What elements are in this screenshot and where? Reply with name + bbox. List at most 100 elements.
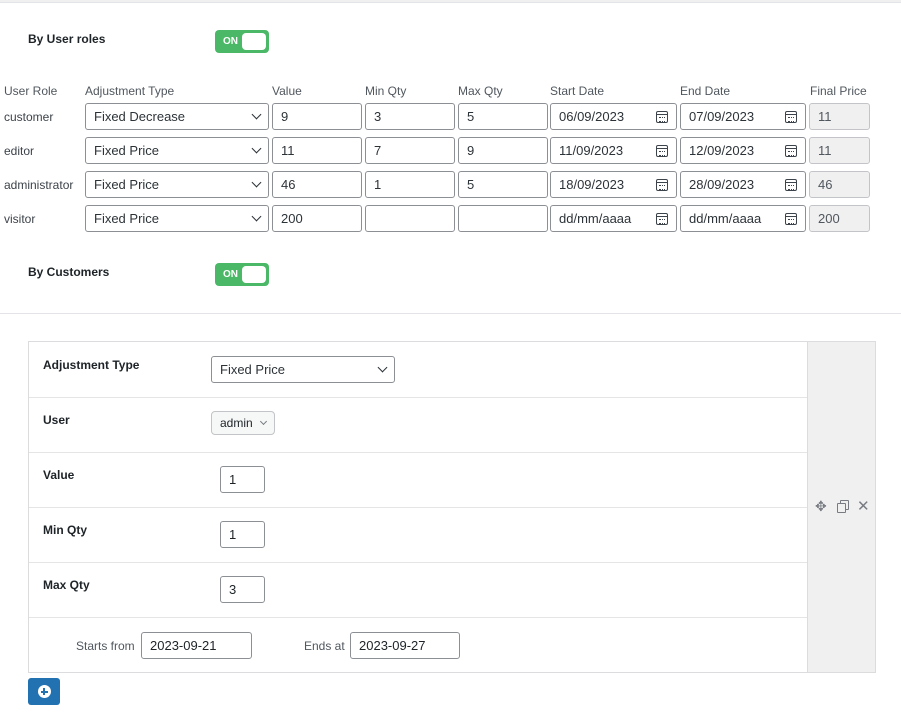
adjustment-select-administrator[interactable]: Fixed Price (85, 171, 269, 198)
end-date-input-customer[interactable]: 07/09/2023 (680, 103, 806, 130)
select-value: Fixed Decrease (94, 109, 186, 124)
min-qty-input-visitor[interactable] (365, 205, 455, 232)
toggle-knob (242, 266, 266, 283)
by-user-roles-label: By User roles (28, 32, 106, 46)
header-end-date: End Date (680, 84, 731, 98)
max-qty-label: Max Qty (43, 578, 90, 592)
close-icon[interactable]: ✕ (857, 499, 870, 514)
final-price-customer: 11 (809, 103, 870, 130)
calendar-icon[interactable] (785, 144, 797, 157)
ends-at-label: Ends at (304, 639, 345, 653)
user-row (29, 398, 807, 453)
min-qty-label: Min Qty (43, 523, 87, 537)
value-row (29, 453, 807, 508)
date-value: dd/mm/aaaa (689, 211, 762, 226)
role-label-editor: editor (4, 144, 35, 158)
header-start-date: Start Date (550, 84, 605, 98)
date-value: 11/09/2023 (559, 143, 624, 158)
end-date-input-editor[interactable]: 12/09/2023 (680, 137, 806, 164)
adjustment-select-visitor[interactable]: Fixed Price (85, 205, 269, 232)
date-value: 18/09/2023 (559, 177, 625, 192)
starts-from-label: Starts from (76, 639, 135, 653)
max-qty-input-editor[interactable]: 9 (458, 137, 548, 164)
select-value: Fixed Price (94, 211, 160, 226)
toggle-knob (242, 33, 266, 50)
calendar-icon[interactable] (656, 144, 668, 157)
by-customers-label: By Customers (28, 265, 110, 279)
adjustment-type-label: Adjustment Type (43, 358, 140, 372)
chevron-down-icon (251, 143, 262, 154)
role-label-customer: customer (4, 110, 54, 124)
customer-max-qty-input[interactable]: 3 (220, 576, 265, 603)
calendar-icon[interactable] (785, 110, 797, 123)
final-price-editor: 11 (809, 137, 870, 164)
max-qty-input-administrator[interactable]: 5 (458, 171, 548, 198)
min-qty-row (29, 508, 807, 563)
date-value: dd/mm/aaaa (559, 211, 632, 226)
value-input-visitor[interactable]: 200 (272, 205, 362, 232)
date-value: 06/09/2023 (559, 109, 625, 124)
adjustment-select-editor[interactable]: Fixed Price (85, 137, 269, 164)
final-price-administrator: 46 (809, 171, 870, 198)
value-input-customer[interactable]: 9 (272, 103, 362, 130)
header-final-price: Final Price (810, 84, 867, 98)
chevron-down-icon (251, 177, 262, 188)
starts-from-input[interactable]: 2023-09-21 (141, 632, 252, 659)
chevron-down-icon (259, 417, 267, 426)
calendar-icon[interactable] (656, 110, 668, 123)
value-input-administrator[interactable]: 46 (272, 171, 362, 198)
user-select-value: admin (220, 416, 253, 430)
header-adjustment-type: Adjustment Type (85, 84, 175, 98)
start-date-input-administrator[interactable]: 18/09/2023 (550, 171, 677, 198)
customers-toggle[interactable]: ON (215, 263, 269, 286)
add-rule-button[interactable] (28, 678, 60, 705)
max-qty-input-customer[interactable]: 5 (458, 103, 548, 130)
calendar-icon[interactable] (785, 178, 797, 191)
select-value: Fixed Price (94, 143, 160, 158)
calendar-icon[interactable] (656, 212, 668, 225)
adjustment-select-customer[interactable]: Fixed Decrease (85, 103, 269, 130)
min-qty-input-customer[interactable]: 3 (365, 103, 455, 130)
add-circle-icon (37, 685, 51, 698)
select-value: Fixed Price (94, 177, 160, 192)
section-divider (0, 313, 901, 314)
select-value: Fixed Price (220, 362, 286, 377)
user-label: User (43, 413, 70, 427)
customer-value-input[interactable]: 1 (220, 466, 265, 493)
min-qty-input-administrator[interactable]: 1 (365, 171, 455, 198)
date-value: 28/09/2023 (689, 177, 755, 192)
header-max-qty: Max Qty (458, 84, 503, 98)
user-roles-toggle[interactable]: ON (215, 30, 269, 53)
header-min-qty: Min Qty (365, 84, 407, 98)
calendar-icon[interactable] (785, 212, 797, 225)
start-date-input-visitor[interactable]: dd/mm/aaaa (550, 205, 677, 232)
header-value: Value (272, 84, 302, 98)
header-user-role: User Role (4, 84, 58, 98)
ends-at-input[interactable]: 2023-09-27 (350, 632, 460, 659)
end-date-input-visitor[interactable]: dd/mm/aaaa (680, 205, 806, 232)
customer-adjustment-select[interactable]: Fixed Price (211, 356, 395, 383)
user-select[interactable]: admin (211, 411, 275, 435)
adjustment-type-row (29, 342, 807, 398)
move-icon[interactable]: ✥ (815, 499, 827, 513)
max-qty-input-visitor[interactable] (458, 205, 548, 232)
top-border (0, 0, 901, 3)
chevron-down-icon (251, 211, 262, 222)
max-qty-row (29, 563, 807, 618)
date-value: 07/09/2023 (689, 109, 755, 124)
value-input-editor[interactable]: 11 (272, 137, 362, 164)
toggle-label: ON (223, 36, 238, 47)
toggle-label: ON (223, 269, 238, 280)
date-value: 12/09/2023 (689, 143, 755, 158)
start-date-input-editor[interactable]: 11/09/2023 (550, 137, 677, 164)
min-qty-input-editor[interactable]: 7 (365, 137, 455, 164)
value-label: Value (43, 468, 75, 482)
final-price-visitor: 200 (809, 205, 870, 232)
end-date-input-administrator[interactable]: 28/09/2023 (680, 171, 806, 198)
duplicate-icon[interactable] (837, 500, 849, 513)
calendar-icon[interactable] (656, 178, 668, 191)
role-label-visitor: visitor (4, 212, 36, 226)
start-date-input-customer[interactable]: 06/09/2023 (550, 103, 677, 130)
chevron-down-icon (377, 362, 388, 373)
customer-min-qty-input[interactable]: 1 (220, 521, 265, 548)
